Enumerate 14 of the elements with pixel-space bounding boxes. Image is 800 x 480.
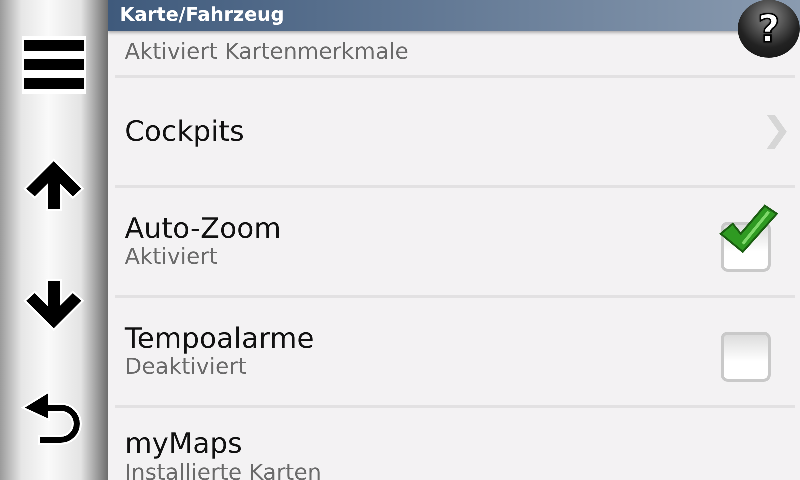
setting-label: Tempoalarme [125, 322, 314, 356]
chevron-icon [765, 112, 789, 150]
setting-label: Cockpits [125, 114, 244, 148]
checkbox[interactable] [717, 204, 779, 270]
setting-label: Auto-Zoom [125, 212, 282, 246]
menu-icon [22, 36, 86, 94]
setting-value: Aktiviert [125, 245, 218, 272]
up-arrow-icon [23, 158, 85, 212]
setting-value: Deaktiviert [125, 355, 247, 382]
setting-value: Installierte Karten [125, 460, 322, 480]
down-arrow-icon [23, 278, 85, 332]
menu-item[interactable]: Cockpits [115, 78, 795, 188]
setting-description: Aktiviert Kartenmerkmale [125, 40, 409, 66]
setting-label: myMaps [125, 427, 243, 461]
